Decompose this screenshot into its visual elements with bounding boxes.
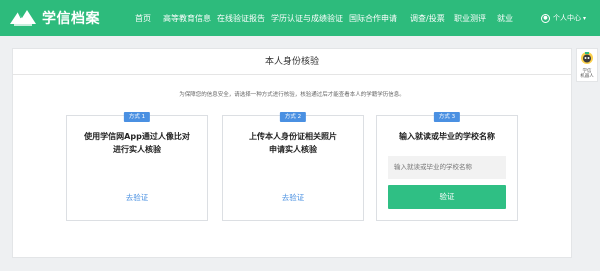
identity-verification-panel: 本人身份核验 为保障您的信息安全，请选择一种方式进行核验，核验通过后才能查看本人…	[12, 48, 572, 258]
nav-item-higher-education[interactable]: 高等教育信息	[163, 13, 211, 24]
user-icon: ●	[540, 13, 550, 23]
school-name-input[interactable]	[388, 156, 506, 179]
nav-item-certification[interactable]: 学历认证与成绩验证	[271, 13, 343, 24]
top-navigation-bar: 学信档案 首页 高等教育信息 在线验证报告 学历认证与成绩验证 国际合作申请 调…	[0, 0, 600, 36]
method-badge: 方式 2	[279, 112, 307, 122]
go-verify-link[interactable]: 去验证	[223, 192, 363, 203]
robot-label: 学信 机器人	[580, 69, 594, 79]
page-title: 本人身份核验	[13, 49, 571, 75]
go-verify-link[interactable]: 去验证	[67, 192, 207, 203]
nav-item-online-report[interactable]: 在线验证报告	[217, 13, 265, 24]
nav-item-home[interactable]: 首页	[135, 13, 151, 24]
logo-icon	[10, 10, 36, 26]
logo[interactable]: 学信档案	[8, 7, 100, 29]
nav-item-international[interactable]: 国际合作申请	[349, 13, 397, 24]
robot-icon	[581, 52, 593, 64]
method-card-upload: 方式 2 上传本人身份证相关照片 申请实人核验 去验证	[222, 112, 364, 221]
method-description: 使用学信网App通过人像比对 进行实人核验	[84, 132, 190, 154]
nav-item-career-test[interactable]: 职业测评	[454, 13, 486, 24]
verify-button[interactable]: 验证	[388, 185, 506, 209]
method-badge: 方式 3	[433, 112, 461, 122]
user-center-label: 个人中心	[552, 14, 581, 22]
chevron-down-icon: ▾	[582, 14, 586, 22]
nav-item-survey[interactable]: 调查/投票	[410, 13, 445, 24]
logo-text: 学信档案	[42, 11, 100, 27]
user-center-menu[interactable]: ● 个人中心 ▾	[540, 0, 586, 36]
chat-robot-widget[interactable]: 学信 机器人	[576, 48, 598, 82]
method-card-school: 方式 3 输入就读或毕业的学校名称 验证	[376, 112, 518, 221]
security-notice: 为保障您的信息安全，请选择一种方式进行核验，核验通过后才能查看本人的学籍学历信息…	[179, 92, 405, 98]
method-description: 上传本人身份证相关照片 申请实人核验	[249, 132, 337, 154]
method-description: 输入就读或毕业的学校名称	[399, 132, 495, 141]
nav-item-employment[interactable]: 就业	[497, 13, 513, 24]
method-badge: 方式 1	[123, 112, 151, 122]
method-card-app: 方式 1 使用学信网App通过人像比对 进行实人核验 去验证	[66, 112, 208, 221]
